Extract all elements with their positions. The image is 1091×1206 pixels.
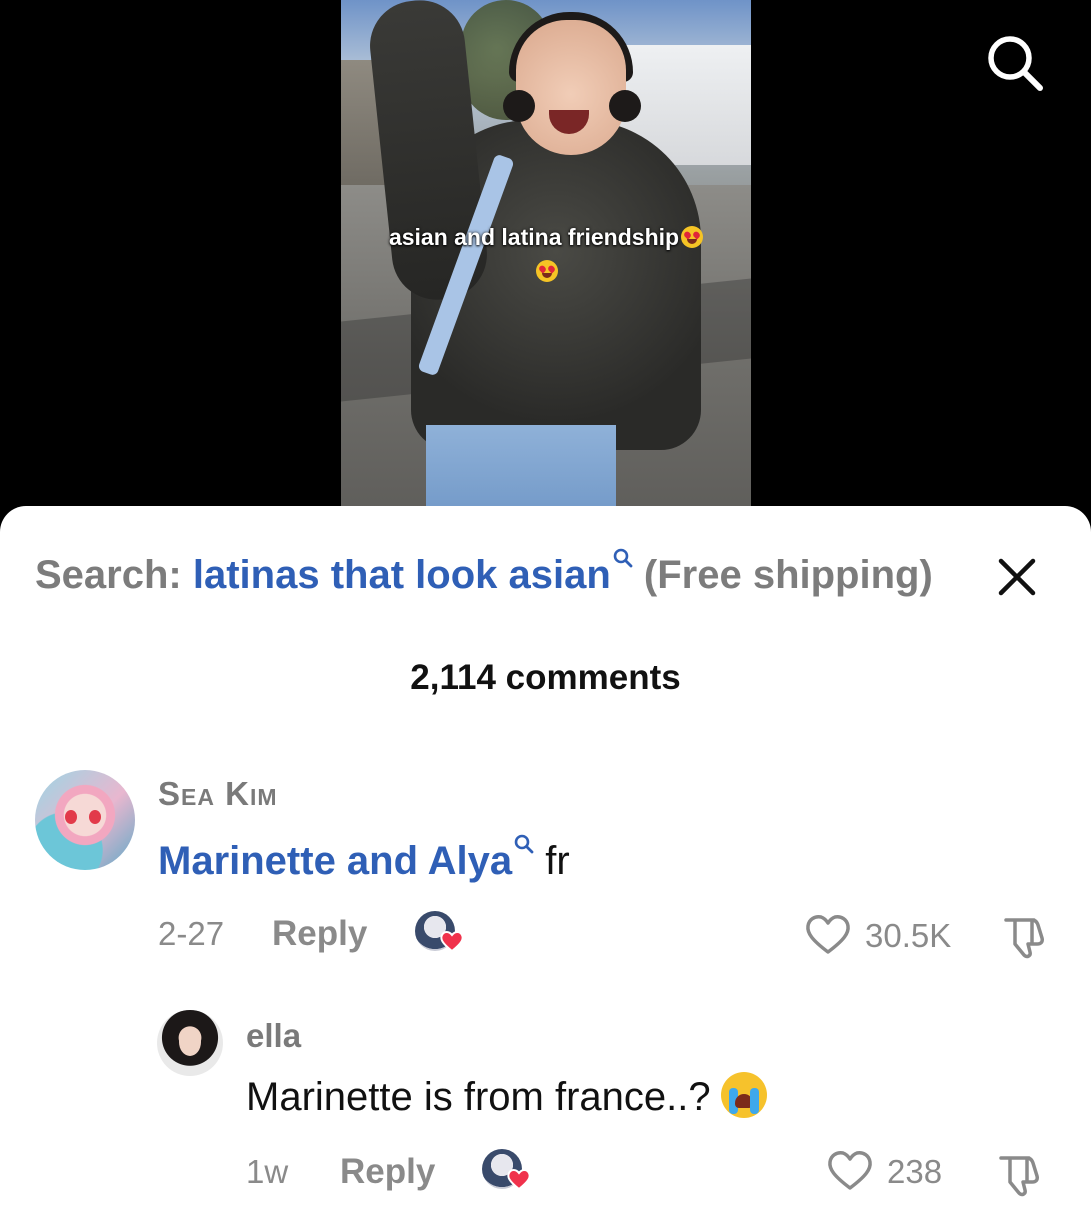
creator-liked-badge (482, 1149, 534, 1195)
video-hair-bun-left (503, 90, 535, 122)
video-caption-text: asian and latina friendship (388, 224, 680, 250)
heart-eyes-emoji-icon (681, 226, 704, 248)
comment-item: ella Marinette is from france..? 1w Repl… (0, 1004, 1091, 1204)
video-frame[interactable]: asian and latina friendship (341, 0, 751, 540)
loudly-crying-emoji-icon (720, 1072, 767, 1118)
dislike-icon[interactable] (1000, 912, 1048, 965)
reply-button[interactable]: Reply (340, 1152, 435, 1192)
avatar[interactable] (157, 1010, 223, 1076)
avatar[interactable] (35, 770, 135, 870)
comment-text: Marinette and Alya fr (158, 834, 570, 886)
like-count: 238 (887, 1153, 943, 1190)
comment-item: Sea Kim Marinette and Alya fr 2-27 Reply… (0, 756, 1091, 966)
close-icon[interactable] (996, 556, 1038, 598)
comment-text-rest: fr (545, 839, 570, 883)
small-search-icon (613, 548, 633, 568)
comments-sheet: Search: latinas that look asian (Free sh… (0, 506, 1091, 1206)
search-icon[interactable] (982, 30, 1046, 94)
search-suffix: (Free shipping) (643, 553, 933, 597)
reply-button[interactable]: Reply (272, 914, 367, 954)
comment-text: Marinette is from france..? (246, 1072, 767, 1122)
comment-username[interactable]: ella (246, 1016, 301, 1056)
comment-date: 1w (246, 1153, 289, 1190)
video-person-face (516, 20, 626, 155)
comment-date: 2-27 (158, 915, 225, 952)
comment-username[interactable]: Sea Kim (158, 774, 278, 814)
video-hair-bun-right (609, 90, 641, 122)
heart-outline-icon[interactable] (826, 1150, 874, 1197)
heart-icon (440, 931, 464, 953)
search-prefix: Search: (35, 553, 182, 597)
small-search-icon (514, 834, 534, 854)
creator-liked-badge (415, 911, 467, 957)
video-caption: asian and latina friendship (341, 220, 751, 288)
heart-outline-icon[interactable] (804, 914, 852, 961)
video-player[interactable]: asian and latina friendship (0, 0, 1091, 540)
heart-icon (507, 1169, 531, 1191)
search-suggestion-bar[interactable]: Search: latinas that look asian (Free sh… (35, 548, 1055, 602)
comment-text-body: Marinette is from france..? (246, 1075, 711, 1119)
comment-search-link[interactable]: Marinette and Alya (158, 839, 512, 883)
search-suggestion-link[interactable]: latinas that look asian (193, 553, 611, 597)
like-count: 30.5K (865, 917, 952, 954)
dislike-icon[interactable] (995, 1150, 1043, 1203)
heart-eyes-emoji-icon (536, 260, 558, 282)
comments-count: 2,114 comments (410, 658, 681, 697)
